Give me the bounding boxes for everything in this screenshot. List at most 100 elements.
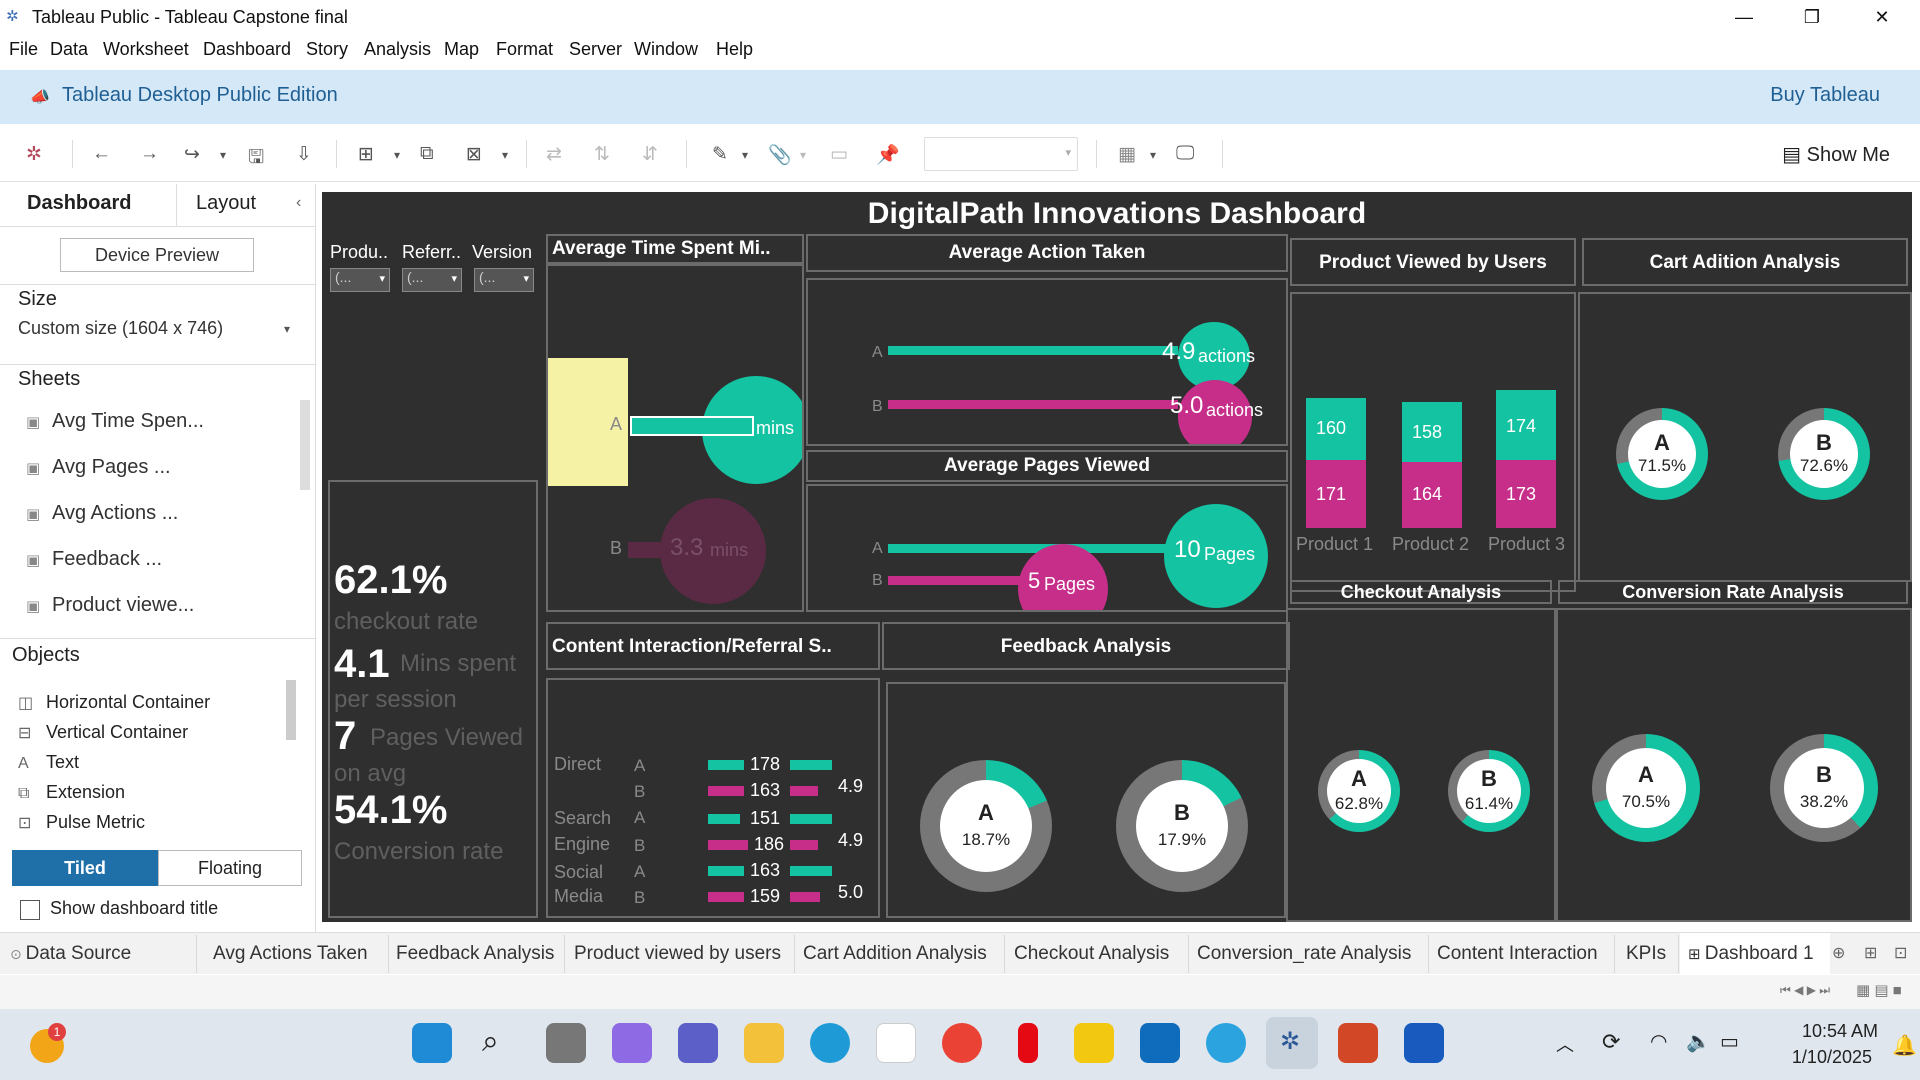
device-preview-button[interactable]: Device Preview <box>60 238 254 272</box>
sheets-scrollbar[interactable] <box>300 400 310 490</box>
new-worksheet-tab-icon[interactable]: ⊕ <box>1832 943 1845 963</box>
wifi-icon[interactable]: ◠ <box>1650 1029 1667 1054</box>
menu-file[interactable]: File <box>9 39 38 60</box>
file-explorer-icon[interactable] <box>744 1023 784 1063</box>
tab-dashboard-1[interactable]: ⊞ Dashboard 1 <box>1680 933 1830 975</box>
dropdown-caret-icon[interactable]: ▾ <box>394 148 400 162</box>
tab-feedback[interactable]: Feedback Analysis <box>396 943 554 965</box>
new-dashboard-tab-icon[interactable]: ⊞ <box>1864 943 1877 963</box>
filmstrip-view-icon[interactable]: ▦ ▤ ■ <box>1856 981 1902 999</box>
tab-navigation-icon[interactable]: ⏮ ◀ ▶ ⏭ <box>1780 983 1830 998</box>
copilot-icon[interactable] <box>612 1023 652 1063</box>
show-me-button[interactable]: ▤ Show Me <box>1782 142 1890 167</box>
presentation-icon[interactable]: 🖵 <box>1176 143 1194 165</box>
tab-dashboard[interactable]: Dashboard <box>27 192 131 215</box>
filter-version-dropdown[interactable]: (... ▾ <box>474 268 534 292</box>
object-horizontal-container[interactable]: ◫ Horizontal Container <box>18 692 210 713</box>
chevron-down-icon[interactable]: ▾ <box>284 322 290 336</box>
tab-kpis[interactable]: KPIs <box>1626 943 1666 965</box>
edge-icon[interactable] <box>810 1023 850 1063</box>
new-worksheet-icon[interactable]: ⊞ <box>358 143 374 166</box>
sheet-item[interactable]: ▣ Avg Actions ... <box>26 502 178 525</box>
dropdown-caret-icon[interactable]: ▾ <box>220 148 226 162</box>
floating-button[interactable]: Floating <box>158 850 302 886</box>
new-story-tab-icon[interactable]: ⊡ <box>1894 943 1907 963</box>
dropdown-caret-icon[interactable]: ▾ <box>742 148 748 162</box>
filter-product-dropdown[interactable]: (... ▾ <box>330 268 390 292</box>
sheet-item[interactable]: ▣ Avg Time Spen... <box>26 410 204 433</box>
sheet-item[interactable]: ▣ Feedback ... <box>26 548 162 571</box>
size-select[interactable]: Custom size (1604 x 746) <box>18 318 223 339</box>
outlook-icon[interactable] <box>1140 1023 1180 1063</box>
store-icon[interactable] <box>876 1023 916 1063</box>
tab-cart-addition[interactable]: Cart Addition Analysis <box>803 943 987 965</box>
close-button[interactable]: ✕ <box>1852 4 1912 30</box>
save-icon[interactable]: 🖫 <box>248 143 264 175</box>
object-extension[interactable]: ⧉ Extension <box>18 782 125 803</box>
clear-sheet-icon[interactable]: ⊠ <box>466 143 482 166</box>
tab-checkout[interactable]: Checkout Analysis <box>1014 943 1169 965</box>
group-icon[interactable]: 📎 <box>768 143 792 167</box>
collapse-panel-icon[interactable]: ‹ <box>296 194 301 212</box>
tab-layout[interactable]: Layout <box>196 192 256 215</box>
sync-icon[interactable]: ⟳ <box>1602 1029 1620 1055</box>
sheet-item[interactable]: ▣ Avg Pages ... <box>26 456 171 479</box>
buy-tableau-link[interactable]: Buy Tableau <box>1770 84 1880 107</box>
chevron-up-icon[interactable]: ︿ <box>1556 1031 1574 1057</box>
dropdown-caret-icon[interactable]: ▾ <box>1150 148 1156 162</box>
pin-icon[interactable]: 📌 <box>876 143 900 167</box>
search-icon[interactable]: ⌕ <box>482 1025 499 1059</box>
object-vertical-container[interactable]: ⊟ Vertical Container <box>18 722 188 743</box>
tableau-home-icon[interactable]: ✲ <box>26 143 42 166</box>
telegram-icon[interactable] <box>1206 1023 1246 1063</box>
object-pulse-metric[interactable]: ⊡ Pulse Metric <box>18 812 145 833</box>
duplicate-icon[interactable]: ⧉ <box>420 143 434 165</box>
show-cards-icon[interactable]: ▦ <box>1118 143 1136 166</box>
menu-story[interactable]: Story <box>306 39 348 60</box>
new-datasource-icon[interactable]: ⇩ <box>296 143 312 166</box>
object-text[interactable]: A Text <box>18 752 79 773</box>
show-title-checkbox[interactable] <box>20 900 40 920</box>
task-view-icon[interactable] <box>546 1023 586 1063</box>
teams-icon[interactable] <box>678 1023 718 1063</box>
menu-map[interactable]: Map <box>444 39 479 60</box>
label-icon[interactable]: ▭ <box>830 143 848 166</box>
menu-format[interactable]: Format <box>496 39 553 60</box>
forward-arrow-icon[interactable]: → <box>140 143 159 165</box>
swap-icon[interactable]: ⇄ <box>546 143 562 166</box>
word-icon[interactable] <box>1404 1023 1444 1063</box>
powerbi-icon[interactable] <box>1074 1023 1114 1063</box>
back-arrow-icon[interactable]: ← <box>92 143 111 165</box>
highlight-icon[interactable]: ✎ <box>712 143 728 166</box>
volume-icon[interactable]: 🔈 <box>1686 1029 1711 1054</box>
menu-window[interactable]: Window <box>634 39 698 60</box>
battery-icon[interactable]: ▭ <box>1720 1029 1739 1054</box>
tab-product-viewed[interactable]: Product viewed by users <box>574 943 781 965</box>
menu-analysis[interactable]: Analysis <box>364 39 431 60</box>
dropdown-caret-icon[interactable]: ▾ <box>502 148 508 162</box>
tableau-taskbar-icon[interactable]: ✲ <box>1266 1017 1318 1069</box>
tab-content-interaction[interactable]: Content Interaction <box>1437 943 1598 965</box>
netflix-icon[interactable] <box>1018 1023 1038 1063</box>
minimize-button[interactable]: — <box>1714 4 1774 30</box>
tab-conversion-rate[interactable]: Conversion_rate Analysis <box>1197 943 1411 965</box>
clock-time[interactable]: 10:54 AM <box>1778 1021 1878 1042</box>
tab-avg-actions[interactable]: Avg Actions Taken <box>213 943 368 965</box>
tiled-button[interactable]: Tiled <box>12 850 158 886</box>
notification-bell-icon[interactable]: 🔔 <box>1892 1033 1917 1058</box>
chrome-icon[interactable] <box>942 1023 982 1063</box>
start-button-icon[interactable] <box>412 1023 452 1063</box>
tab-data-source[interactable]: ⊙ Data Source <box>10 943 131 965</box>
sheet-item[interactable]: ▣ Product viewe... <box>26 594 194 617</box>
menu-server[interactable]: Server <box>569 39 622 60</box>
maximize-button[interactable]: ❐ <box>1782 4 1842 30</box>
redo-icon[interactable]: ↪ <box>184 143 200 166</box>
fit-dropdown[interactable]: ▾ <box>924 137 1078 171</box>
sort-descending-icon[interactable]: ⇵ <box>642 143 658 166</box>
powerpoint-icon[interactable] <box>1338 1023 1378 1063</box>
clock-date[interactable]: 1/10/2025 <box>1772 1047 1872 1068</box>
menu-dashboard[interactable]: Dashboard <box>203 39 291 60</box>
objects-scrollbar[interactable] <box>286 680 296 740</box>
dropdown-caret-icon[interactable]: ▾ <box>800 148 806 162</box>
menu-data[interactable]: Data <box>50 39 88 60</box>
